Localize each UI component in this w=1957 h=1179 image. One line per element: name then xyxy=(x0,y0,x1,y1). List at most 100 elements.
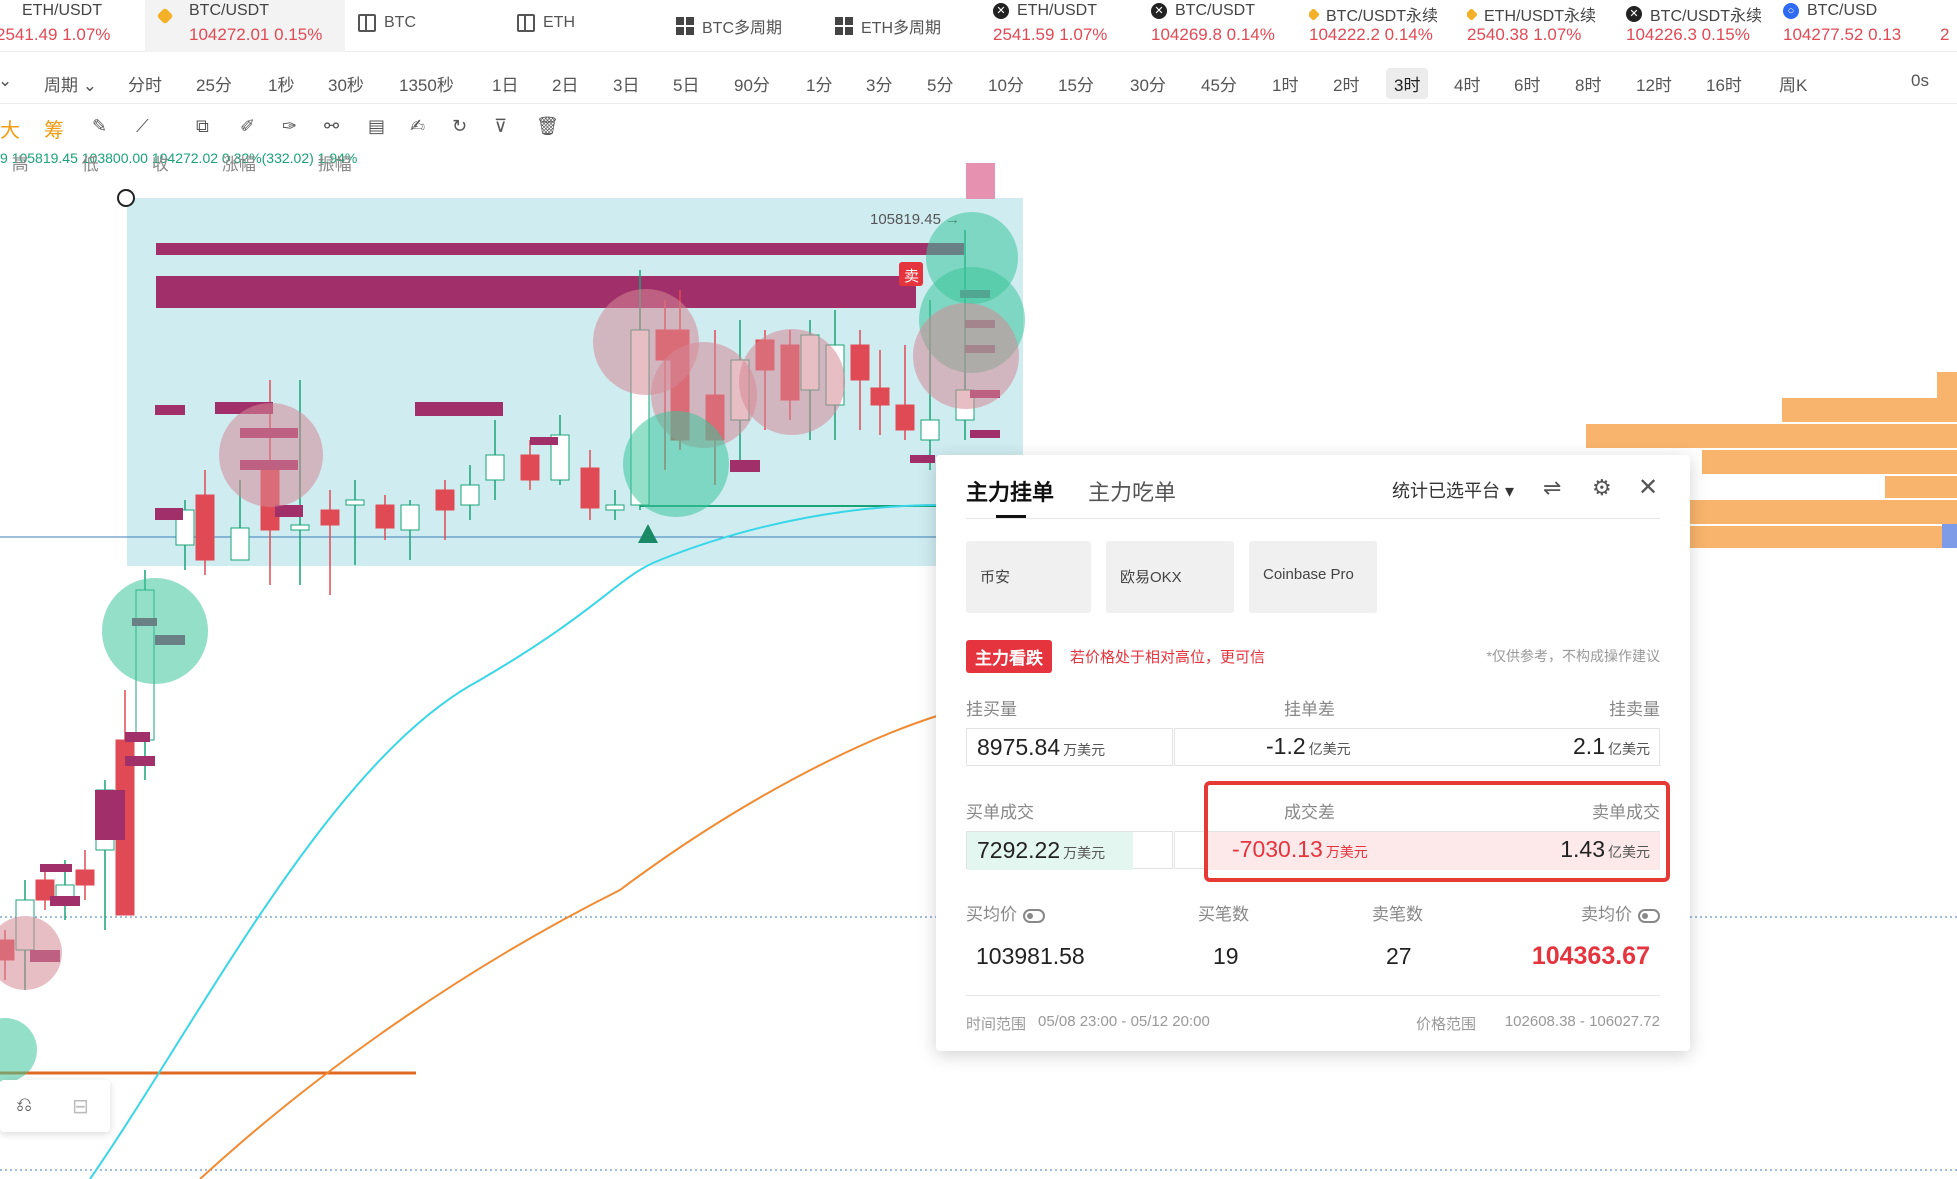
toggle-icon[interactable] xyxy=(1023,908,1045,923)
period-item[interactable]: 2时 xyxy=(1333,71,1359,96)
ticker-price: 104226.3 xyxy=(1626,25,1697,44)
toggle-icon[interactable] xyxy=(1638,908,1660,923)
exchange-binance[interactable]: 币安 xyxy=(966,541,1091,613)
chou-tool[interactable]: 筹 xyxy=(44,114,64,143)
candle-body xyxy=(375,504,395,529)
bearish-warning: 若价格处于相对高位，更可信 xyxy=(1070,649,1266,666)
ticker-okx-btc-perp[interactable]: ✕ BTC/USDT永续 104226.3 0.15% xyxy=(1626,0,1776,52)
rotate-icon[interactable]: ↻ xyxy=(452,116,467,137)
ticker-btc-usdt-active[interactable]: BTC/USDT 104272.01 0.15% xyxy=(145,0,345,52)
ticker-pair: BTC/USDT永续 xyxy=(1650,8,1763,25)
panel-icon[interactable]: ⊟ xyxy=(72,1094,89,1119)
exchange-okx[interactable]: 欧易OKX xyxy=(1106,541,1234,613)
back-icon[interactable]: ⎌ xyxy=(16,1094,32,1117)
buy-orders-value: 8975.84 万美元 xyxy=(966,728,1173,766)
clipboard-icon[interactable]: ▤ xyxy=(368,116,385,137)
period-item[interactable]: 1分 xyxy=(806,71,832,96)
period-menu[interactable]: 周期 ⌄ xyxy=(44,71,97,96)
period-item[interactable]: 周K xyxy=(1779,71,1807,96)
period-item[interactable]: 10分 xyxy=(988,71,1024,96)
period-item[interactable]: 分时 xyxy=(128,71,162,96)
buy-bubble xyxy=(623,411,729,517)
ticker-change: 0.14% xyxy=(1384,25,1433,44)
copy-icon[interactable]: ⧉ xyxy=(196,116,209,137)
ticker-overflow[interactable]: 2 xyxy=(1940,0,1957,52)
ticker-pair: BTC/USDT xyxy=(1175,2,1255,19)
order-mark xyxy=(730,460,760,472)
layout-icon xyxy=(358,14,376,32)
period-item[interactable]: 2日 xyxy=(552,71,578,96)
period-item[interactable]: 3分 xyxy=(866,71,892,96)
period-item[interactable]: 1秒 xyxy=(268,71,294,96)
tab-divider xyxy=(966,518,1660,519)
ticker-change: 1.07% xyxy=(62,25,111,44)
period-item[interactable]: 1350秒 xyxy=(399,71,454,96)
platform-select[interactable]: 统计已选平台 ▾ xyxy=(1392,477,1514,503)
avg-buy-value: 103981.58 xyxy=(976,943,1085,969)
order-bar xyxy=(156,276,916,308)
filter-icon[interactable]: ⊽ xyxy=(494,116,507,137)
unit: 万美元 xyxy=(1063,845,1106,861)
ticker-pair: ETH/USDT xyxy=(22,2,102,19)
order-mark xyxy=(275,505,303,517)
ticker-cb-btc-usd[interactable]: ○ BTC/USD 104277.52 0.13 xyxy=(1783,0,1933,52)
ticker-btc-layout[interactable]: BTC xyxy=(358,0,478,52)
period-item[interactable]: 12时 xyxy=(1636,71,1672,96)
ticker-eth-multi[interactable]: ETH多周期 xyxy=(835,0,975,52)
settings-icon[interactable]: ⚙ xyxy=(1592,475,1612,501)
candle-body xyxy=(290,524,310,531)
period-item[interactable]: 4时 xyxy=(1454,71,1480,96)
tab-main-orders[interactable]: 主力挂单 xyxy=(966,475,1054,518)
brush-icon[interactable]: ✑ xyxy=(282,116,297,137)
period-bar: ⌄ 周期 ⌄ 分时 25分 1秒 30秒 1350秒 1日 2日 3日 5日 9… xyxy=(0,60,1957,104)
price-range-value: 102608.38 - 106027.72 xyxy=(1504,1013,1660,1030)
period-item[interactable]: 90分 xyxy=(734,71,770,96)
ticker-btc-multi[interactable]: BTC多周期 xyxy=(676,0,816,52)
period-item[interactable]: 1时 xyxy=(1272,71,1298,96)
buy-orders-label: 挂买量 xyxy=(966,700,1017,719)
period-item[interactable]: 30分 xyxy=(1130,71,1166,96)
ticker-bn-eth-perp[interactable]: ETH/USDT永续 2540.38 1.07% xyxy=(1467,0,1617,52)
highlight-box xyxy=(1204,781,1670,882)
pen-icon[interactable]: ✐ xyxy=(240,116,255,137)
okx-icon: ✕ xyxy=(1626,6,1642,22)
period-item[interactable]: 5分 xyxy=(927,71,953,96)
drawing-handle[interactable] xyxy=(117,189,135,207)
order-mark xyxy=(415,402,503,416)
period-item[interactable]: 16时 xyxy=(1706,71,1742,96)
edit-icon[interactable]: ✍ xyxy=(410,116,425,137)
ticker-price: 104269.8 xyxy=(1151,25,1222,44)
period-item[interactable]: 3日 xyxy=(613,71,639,96)
period-item[interactable]: 45分 xyxy=(1201,71,1237,96)
binance-icon xyxy=(1309,7,1320,21)
sell-bubble xyxy=(219,403,323,507)
period-item[interactable]: 1日 xyxy=(492,71,518,96)
buy-count-value: 19 xyxy=(1213,943,1239,969)
period-item[interactable]: 6时 xyxy=(1514,71,1540,96)
period-item[interactable]: 5日 xyxy=(673,71,699,96)
da-tool[interactable]: 大 xyxy=(0,114,20,143)
period-item[interactable]: 30秒 xyxy=(328,71,364,96)
trash-icon[interactable]: 🗑 xyxy=(536,116,559,137)
period-item[interactable]: 15分 xyxy=(1058,71,1094,96)
footer-divider xyxy=(966,995,1660,996)
unit: 亿美元 xyxy=(1308,741,1351,757)
period-item[interactable]: 25分 xyxy=(196,71,232,96)
close-icon[interactable]: ✕ xyxy=(1638,473,1658,502)
period-item[interactable]: 8时 xyxy=(1575,71,1601,96)
period-item-selected[interactable]: 3时 xyxy=(1386,68,1429,99)
ticker-eth-layout[interactable]: ETH xyxy=(517,0,637,52)
swap-icon[interactable]: ⇌ xyxy=(1543,475,1561,501)
link-icon[interactable]: ⚯ xyxy=(324,116,339,137)
draw-icon[interactable]: ✎ xyxy=(92,116,107,137)
chevron-down-icon[interactable]: ⌄ xyxy=(0,71,12,91)
sell-orders-number: 2.1 xyxy=(1573,733,1605,759)
exchange-coinbase[interactable]: Coinbase Pro xyxy=(1249,541,1377,613)
ticker-eth-usdt[interactable]: ETH/USDT 2541.49 1.07% xyxy=(0,0,140,52)
ticker-okx-eth[interactable]: ✕ ETH/USDT 2541.59 1.07% xyxy=(993,0,1143,52)
pink-marker xyxy=(966,163,995,199)
ticker-bn-btc-perp[interactable]: BTC/USDT永续 104222.2 0.14% xyxy=(1309,0,1459,52)
tab-main-fills[interactable]: 主力吃单 xyxy=(1088,475,1176,507)
ticker-okx-btc[interactable]: ✕ BTC/USDT 104269.8 0.14% xyxy=(1151,0,1301,52)
line-tool-icon[interactable]: ⟋ xyxy=(136,116,149,137)
